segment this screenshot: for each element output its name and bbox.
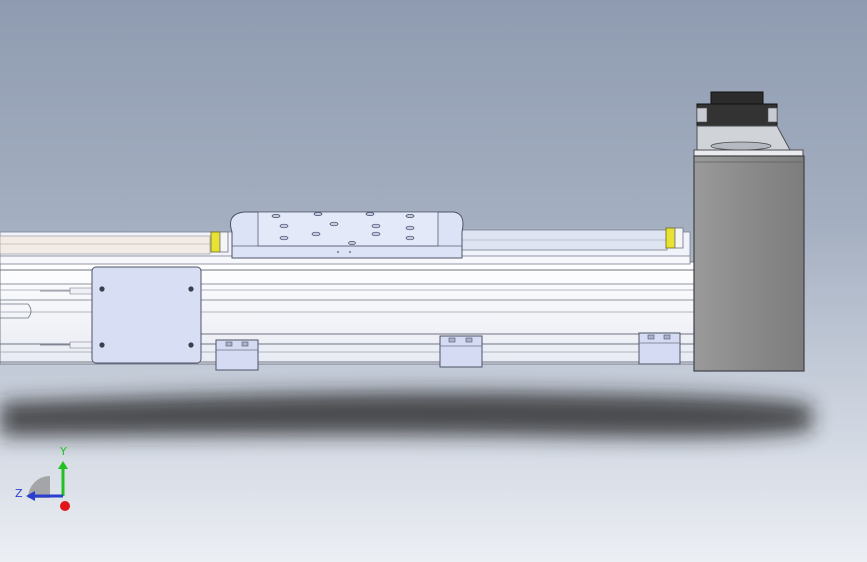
orientation-triad[interactable]: Y Z [12, 442, 82, 522]
sliding-carriage[interactable] [230, 211, 464, 259]
motor-housing [693, 149, 805, 372]
z-axis-label: Z [15, 487, 23, 500]
stepper-motor [696, 91, 791, 151]
actuator-model[interactable] [0, 0, 867, 562]
y-axis-arrowhead [58, 461, 68, 469]
cad-viewport[interactable]: Y Z [0, 0, 867, 562]
end-cover-plate [91, 266, 202, 364]
y-axis-label: Y [60, 445, 67, 458]
x-axis-dot [60, 501, 70, 511]
ground-shadow [0, 391, 812, 438]
